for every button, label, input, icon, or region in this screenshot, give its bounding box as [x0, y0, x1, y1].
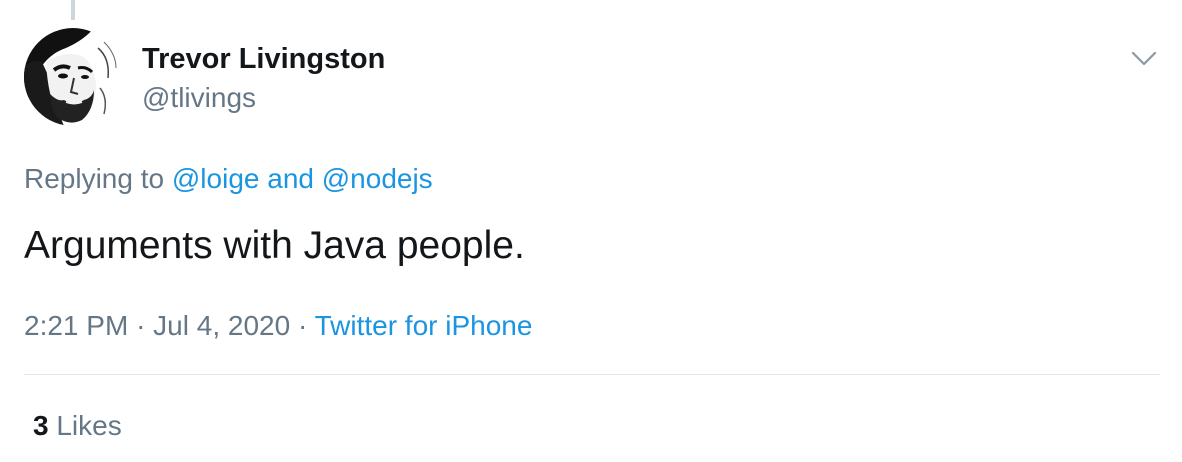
divider — [24, 374, 1160, 375]
tweet-meta: 2:21 PM · Jul 4, 2020 · Twitter for iPho… — [24, 310, 532, 342]
mention-link-loige[interactable]: @loige — [172, 163, 260, 194]
mention-conjunction[interactable]: and — [267, 163, 314, 194]
tweet-source-link[interactable]: Twitter for iPhone — [315, 310, 533, 341]
likes-count-link[interactable]: 3 Likes — [33, 410, 122, 442]
user-avatar-icon — [24, 28, 122, 126]
reply-context: Replying to @loige and @nodejs — [24, 163, 433, 195]
likes-label: Likes — [56, 410, 122, 441]
meta-separator: · — [297, 310, 308, 341]
reply-context-prefix: Replying to — [24, 163, 165, 194]
tweet-time[interactable]: 2:21 PM — [24, 310, 128, 341]
tweet-date[interactable]: Jul 4, 2020 — [153, 310, 290, 341]
thread-connector-line — [71, 0, 75, 20]
chevron-down-icon — [1131, 51, 1157, 66]
likes-count: 3 — [33, 410, 49, 441]
author-handle[interactable]: @tlivings — [142, 82, 256, 114]
mention-link-nodejs[interactable]: @nodejs — [322, 163, 433, 194]
tweet-menu-button[interactable] — [1126, 40, 1162, 76]
avatar[interactable] — [24, 28, 122, 126]
tweet-text: Arguments with Java people. — [24, 224, 525, 267]
author-display-name[interactable]: Trevor Livingston — [142, 43, 385, 76]
meta-separator: · — [136, 310, 146, 341]
